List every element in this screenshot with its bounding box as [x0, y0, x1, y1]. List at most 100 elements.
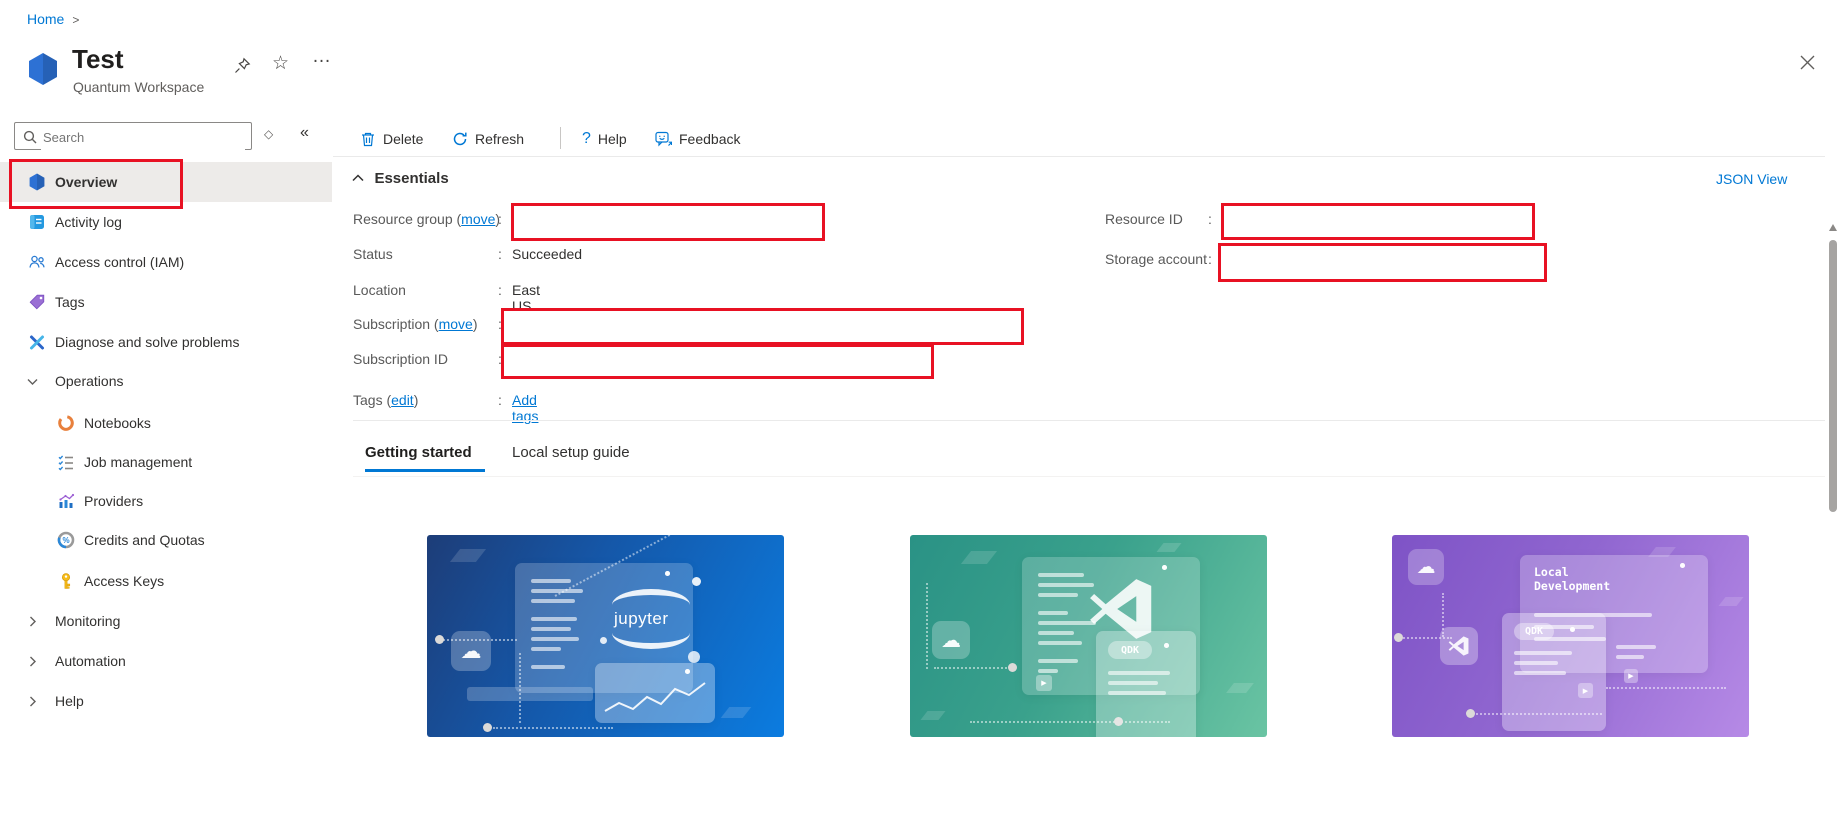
breadcrumb-home-link[interactable]: Home [27, 11, 64, 27]
decor-dotted-line [493, 727, 613, 729]
row-label-paren: ) [414, 392, 419, 408]
row-colon: : [498, 246, 502, 262]
decor-diamond [961, 551, 997, 564]
decor-node-dot [435, 635, 444, 644]
sidebar-item-label: Diagnose and solve problems [55, 322, 239, 362]
help-label: Help [598, 131, 627, 147]
play-button-icon: ▶ [1624, 669, 1638, 683]
vscode-qdk-card[interactable]: ▶ QDK ☁ [910, 535, 1267, 737]
sidebar-item-access-control[interactable]: Access control (IAM) [0, 242, 332, 282]
essentials-row-status: Status : Succeeded [353, 246, 393, 264]
code-line [1038, 641, 1082, 645]
code-line [1038, 583, 1094, 587]
code-line [531, 637, 579, 641]
sidebar-item-label: Tags [55, 282, 85, 322]
cloud-icon: ☁ [1408, 549, 1444, 585]
vscode-tile [1440, 627, 1478, 665]
row-label: Location [353, 282, 406, 298]
sidebar-item-tags[interactable]: Tags [0, 282, 332, 322]
local-development-card[interactable]: ☁ Local Development QDK ▶ ▶ [1392, 535, 1749, 737]
row-label: Resource ID [1105, 211, 1183, 227]
menu-expander-icon[interactable]: ◇ [264, 127, 273, 141]
sidebar-item-notebooks[interactable]: Notebooks [0, 403, 332, 443]
row-label: Tags ( [353, 392, 391, 408]
trash-icon [360, 131, 376, 147]
move-link[interactable]: move [439, 316, 473, 332]
decor-node-dot [483, 723, 492, 732]
scrollbar-up-arrow[interactable] [1829, 224, 1837, 231]
help-button[interactable]: ? Help [582, 126, 627, 152]
chevron-right-icon [26, 655, 39, 668]
sidebar-group-operations[interactable]: Operations [0, 361, 332, 401]
essentials-row-subscription: Subscription (move) : [353, 316, 478, 334]
sidebar-group-automation[interactable]: Automation [0, 641, 332, 681]
sidebar-item-providers[interactable]: Providers [0, 481, 332, 521]
annotation-box-storage-account [1218, 243, 1547, 282]
refresh-button[interactable]: Refresh [452, 126, 524, 152]
play-button-icon: ▶ [1036, 675, 1052, 691]
code-line [531, 599, 575, 603]
jupyter-logo-moon [600, 637, 607, 644]
sidebar-group-monitoring[interactable]: Monitoring [0, 601, 332, 641]
more-options-icon[interactable]: … [312, 46, 332, 68]
row-label: Status [353, 246, 393, 262]
code-line [1038, 631, 1074, 635]
qdk-label: QDK [1108, 641, 1152, 659]
annotation-box-subscription [501, 308, 1024, 345]
favorite-star-icon[interactable]: ☆ [272, 52, 289, 75]
decor-diamond [920, 711, 945, 720]
sidebar-item-access-keys[interactable]: Access Keys [0, 561, 332, 601]
tab-getting-started[interactable]: Getting started [365, 444, 472, 461]
feedback-button[interactable]: Feedback [655, 126, 740, 152]
pin-icon[interactable] [233, 56, 252, 75]
cloud-glyph: ☁ [461, 639, 482, 664]
sidebar-item-diagnose[interactable]: Diagnose and solve problems [0, 322, 332, 362]
search-input[interactable] [41, 124, 245, 150]
mini-line-chart [603, 679, 707, 717]
code-line [1514, 661, 1558, 665]
people-icon [28, 253, 46, 271]
play-glyph: ▶ [1628, 672, 1633, 680]
edit-tags-link[interactable]: edit [391, 392, 414, 408]
row-colon: : [498, 282, 502, 298]
code-line [1616, 645, 1656, 649]
decor-diamond [721, 707, 752, 718]
scrollbar-thumb[interactable] [1829, 240, 1837, 512]
play-glyph: ▶ [1583, 687, 1588, 695]
row-label: Resource group ( [353, 211, 461, 227]
annotation-box-resource-group [511, 203, 825, 241]
delete-label: Delete [383, 131, 423, 147]
activity-log-icon [28, 213, 46, 231]
sidebar-group-help[interactable]: Help [0, 681, 332, 721]
code-line [1038, 593, 1078, 597]
close-icon[interactable] [1800, 55, 1815, 70]
code-line [1108, 691, 1166, 695]
decor-node-dot [1008, 663, 1017, 672]
essentials-row-resource-group: Resource group (move) : [353, 211, 500, 229]
breadcrumb: Home> [27, 11, 79, 27]
key-icon [57, 572, 75, 590]
collapse-menu-icon[interactable]: « [300, 124, 309, 142]
chevron-down-icon [26, 375, 39, 388]
jupyter-notebooks-card[interactable]: jupyter ☁ [427, 535, 784, 737]
row-colon: : [1208, 251, 1212, 267]
row-colon: : [498, 392, 502, 408]
essentials-row-storage-account: Storage account : [1105, 251, 1207, 269]
code-line [1514, 651, 1572, 655]
row-label: Subscription ( [353, 316, 439, 332]
active-tab-underline [365, 469, 485, 472]
delete-button[interactable]: Delete [360, 126, 423, 152]
feedback-label: Feedback [679, 131, 740, 147]
move-link[interactable]: move [461, 211, 495, 227]
question-mark-icon: ? [582, 130, 591, 148]
sidebar-item-job-management[interactable]: Job management [0, 442, 332, 482]
qdk-label: QDK [1514, 623, 1554, 640]
sidebar-group-label: Help [55, 681, 84, 721]
essentials-collapse-header[interactable]: Essentials [352, 170, 449, 188]
tab-local-setup-guide[interactable]: Local setup guide [512, 444, 630, 461]
decor-dotted-line [1472, 713, 1602, 715]
essentials-divider-line [353, 420, 1825, 421]
code-line [1038, 611, 1068, 615]
sidebar-item-credits-quotas[interactable]: % Credits and Quotas [0, 520, 332, 560]
json-view-link[interactable]: JSON View [1716, 171, 1787, 187]
